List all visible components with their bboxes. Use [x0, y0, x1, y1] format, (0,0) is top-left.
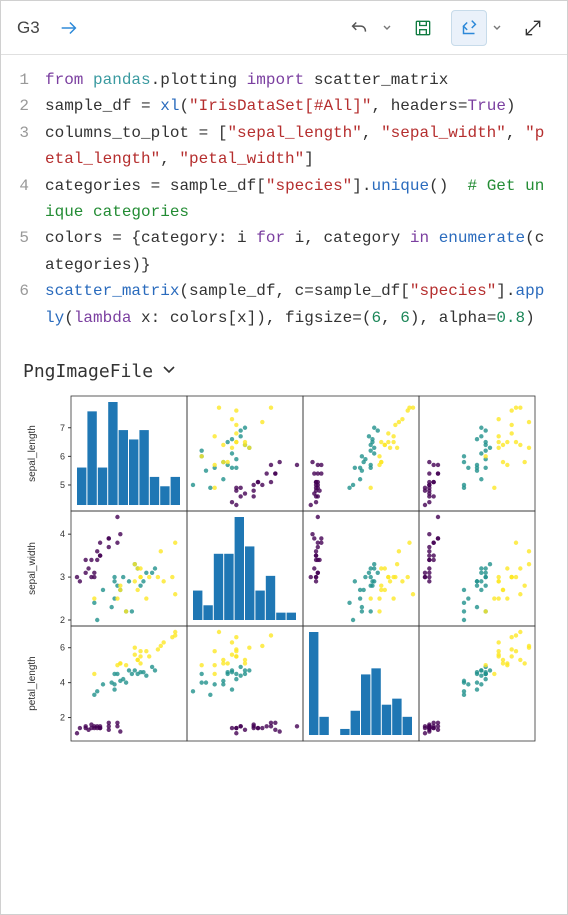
line-number: 3 [1, 120, 45, 173]
cell-reference: G3 [17, 18, 40, 38]
output-header[interactable]: PngImageFile [1, 347, 567, 390]
svg-text:7: 7 [60, 423, 65, 433]
expand-button[interactable] [515, 10, 551, 46]
output-type-dropdown-icon[interactable] [489, 10, 505, 46]
svg-text:4: 4 [60, 678, 65, 688]
chevron-down-icon [161, 361, 177, 382]
scatter-matrix-output: sepal_length 5 6 7 sepal_width 2 3 4 petal_lengt… [1, 390, 567, 790]
svg-text:sepal_width: sepal_width [27, 542, 38, 595]
code-text[interactable]: colors = {category: i for i, category in… [45, 225, 567, 278]
svg-text:2: 2 [60, 712, 65, 722]
code-text[interactable]: scatter_matrix(sample_df, c=sample_df["s… [45, 278, 567, 331]
code-text[interactable]: from pandas.plotting import scatter_matr… [45, 67, 567, 93]
svg-text:5: 5 [60, 480, 65, 490]
goto-arrow-icon[interactable] [58, 17, 80, 39]
line-number: 1 [1, 67, 45, 93]
code-line[interactable]: 5colors = {category: i for i, category i… [1, 225, 567, 278]
undo-dropdown-icon[interactable] [379, 10, 395, 46]
line-number: 2 [1, 93, 45, 119]
svg-text:6: 6 [60, 643, 65, 653]
line-number: 4 [1, 173, 45, 226]
toolbar: G3 [1, 1, 567, 55]
line-number: 6 [1, 278, 45, 331]
save-button[interactable] [405, 10, 441, 46]
svg-text:sepal_length: sepal_length [27, 425, 38, 482]
svg-text:2: 2 [60, 615, 65, 625]
code-line[interactable]: 3columns_to_plot = ["sepal_length", "sep… [1, 120, 567, 173]
svg-text:4: 4 [60, 529, 65, 539]
svg-text:petal_length: petal_length [27, 656, 38, 711]
code-text[interactable]: categories = sample_df["species"].unique… [45, 173, 567, 226]
svg-text:3: 3 [60, 572, 65, 582]
code-line[interactable]: 4categories = sample_df["species"].uniqu… [1, 173, 567, 226]
code-text[interactable]: sample_df = xl("IrisDataSet[#All]", head… [45, 93, 567, 119]
undo-button[interactable] [341, 10, 377, 46]
editor-panel: G3 1from pandas.plotting import scatter_… [0, 0, 568, 915]
line-number: 5 [1, 225, 45, 278]
code-text[interactable]: columns_to_plot = ["sepal_length", "sepa… [45, 120, 567, 173]
output-type-label: PngImageFile [23, 361, 153, 382]
output-type-button[interactable] [451, 10, 487, 46]
code-line[interactable]: 2sample_df = xl("IrisDataSet[#All]", hea… [1, 93, 567, 119]
code-editor[interactable]: 1from pandas.plotting import scatter_mat… [1, 55, 567, 347]
svg-text:6: 6 [60, 451, 65, 461]
code-line[interactable]: 1from pandas.plotting import scatter_mat… [1, 67, 567, 93]
code-line[interactable]: 6scatter_matrix(sample_df, c=sample_df["… [1, 278, 567, 331]
